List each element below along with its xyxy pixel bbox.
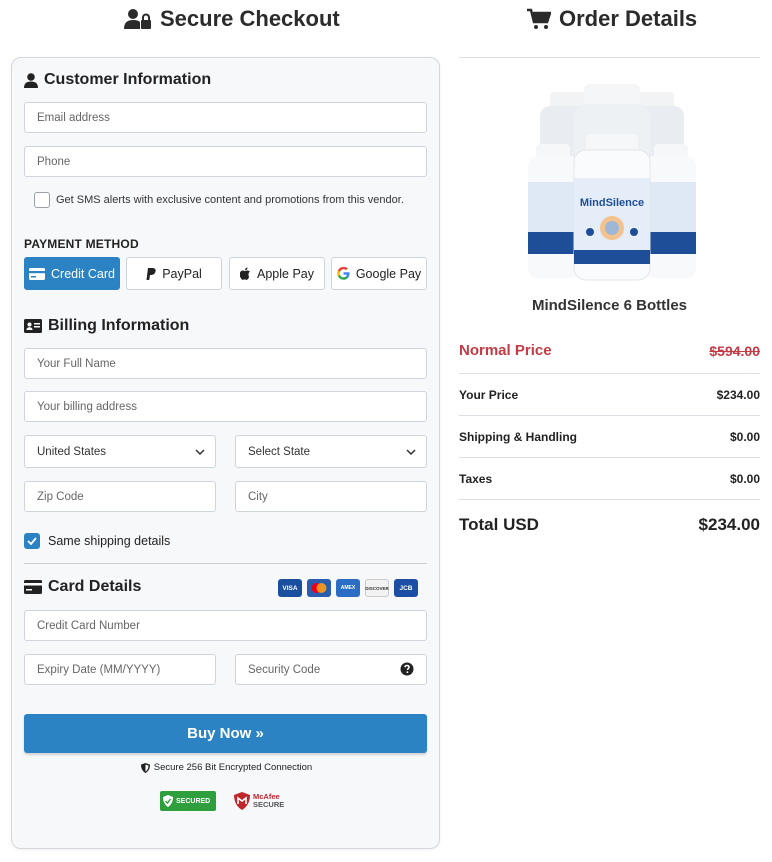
same-shipping-label: Same shipping details [48,534,171,548]
credit-card-icon [29,267,46,280]
payment-google-pay-button[interactable]: Google Pay [331,257,427,290]
shipping-label: Shipping & Handling [459,430,577,444]
card-number-input[interactable]: Credit Card Number [24,610,427,641]
secure-connection-note: Secure 256 Bit Encrypted Connection [12,762,441,773]
your-price-label: Your Price [459,388,519,402]
order-divider [459,373,760,374]
your-price-row: Your Price $234.00 [459,388,760,402]
total-row: Total USD $234.00 [459,515,760,535]
full-name-input[interactable]: Your Full Name [24,348,427,379]
payment-apple-pay-button[interactable]: Apple Pay [229,257,325,290]
check-icon [27,537,37,545]
your-price-value: $234.00 [716,388,760,402]
product-name: MindSilence 6 Bottles [531,297,688,314]
trust-badges: SECURED McAfee SECURE [160,791,284,811]
order-details-title: Order Details [559,6,698,31]
same-shipping-option[interactable]: Same shipping details [24,533,170,549]
cart-icon [527,8,551,29]
discover-icon: DISCOVER [365,579,389,597]
shield-check-icon [163,795,173,807]
mcafee-shield-icon [234,792,250,810]
mastercard-icon [307,579,331,597]
secure-checkout-heading: Secure Checkout [124,6,340,32]
zip-code-input[interactable]: Zip Code [24,481,216,512]
secure-checkout-title: Secure Checkout [160,6,340,31]
chevron-down-icon [195,448,205,455]
normal-price-row: Normal Price $594.00 [459,342,760,359]
trustedsite-secured-badge: SECURED [160,791,216,811]
order-divider-top [459,57,760,58]
billing-information-title: Billing Information [24,317,189,335]
chevron-down-icon [406,448,416,455]
billing-address-input[interactable]: Your billing address [24,391,427,422]
mcafee-secure-badge: McAfee SECURE [234,792,284,810]
paypal-icon [146,267,156,280]
sms-alerts-checkbox[interactable] [34,192,50,208]
same-shipping-checkbox[interactable] [24,533,40,549]
visa-icon: VISA [278,579,302,597]
total-label: Total USD [459,515,539,534]
shield-icon [140,762,150,773]
taxes-value: $0.00 [729,472,760,486]
user-lock-icon [124,9,151,29]
sms-alerts-option[interactable]: Get SMS alerts with exclusive content an… [34,192,404,208]
divider [24,563,427,564]
credit-card-icon [24,580,42,594]
email-input[interactable]: Email address [24,102,427,133]
jcb-icon: JCB [394,579,418,597]
order-divider [459,499,760,500]
apple-icon [240,267,250,280]
id-card-icon [24,319,42,333]
payment-credit-card-button[interactable]: Credit Card [24,257,120,290]
customer-information-title: Customer Information [24,71,211,89]
card-brands: VISA AMEX DISCOVER JCB [278,579,418,597]
normal-price-label: Normal Price [459,342,552,359]
question-circle-icon[interactable] [400,662,414,676]
payment-method-label: PAYMENT METHOD [24,237,139,251]
product-image: MindSilence [528,84,696,281]
total-value: $234.00 [698,515,760,534]
sms-alerts-label: Get SMS alerts with exclusive content an… [56,194,404,206]
order-divider [459,415,760,416]
user-icon [24,72,38,88]
buy-now-button[interactable]: Buy Now » [24,714,427,753]
checkout-card: Customer Information Email address Phone… [11,57,440,849]
amex-icon: AMEX [336,579,360,597]
card-details-title: Card Details [24,578,141,596]
taxes-label: Taxes [459,472,493,486]
city-input[interactable]: City [235,481,427,512]
expiry-date-input[interactable]: Expiry Date (MM/YYYY) [24,654,216,685]
country-select[interactable]: United States [24,435,216,468]
order-details-heading: Order Details [527,6,697,32]
security-code-input[interactable]: Security Code [235,654,427,685]
phone-input[interactable]: Phone [24,146,427,177]
taxes-row: Taxes $0.00 [459,472,760,486]
normal-price-value: $594.00 [709,342,760,359]
payment-paypal-button[interactable]: PayPal [126,257,222,290]
order-divider [459,457,760,458]
shipping-value: $0.00 [729,430,760,444]
shipping-row: Shipping & Handling $0.00 [459,430,760,444]
svg-text:MindSilence: MindSilence [580,197,644,209]
google-icon [337,267,350,280]
state-select[interactable]: Select State [235,435,427,468]
